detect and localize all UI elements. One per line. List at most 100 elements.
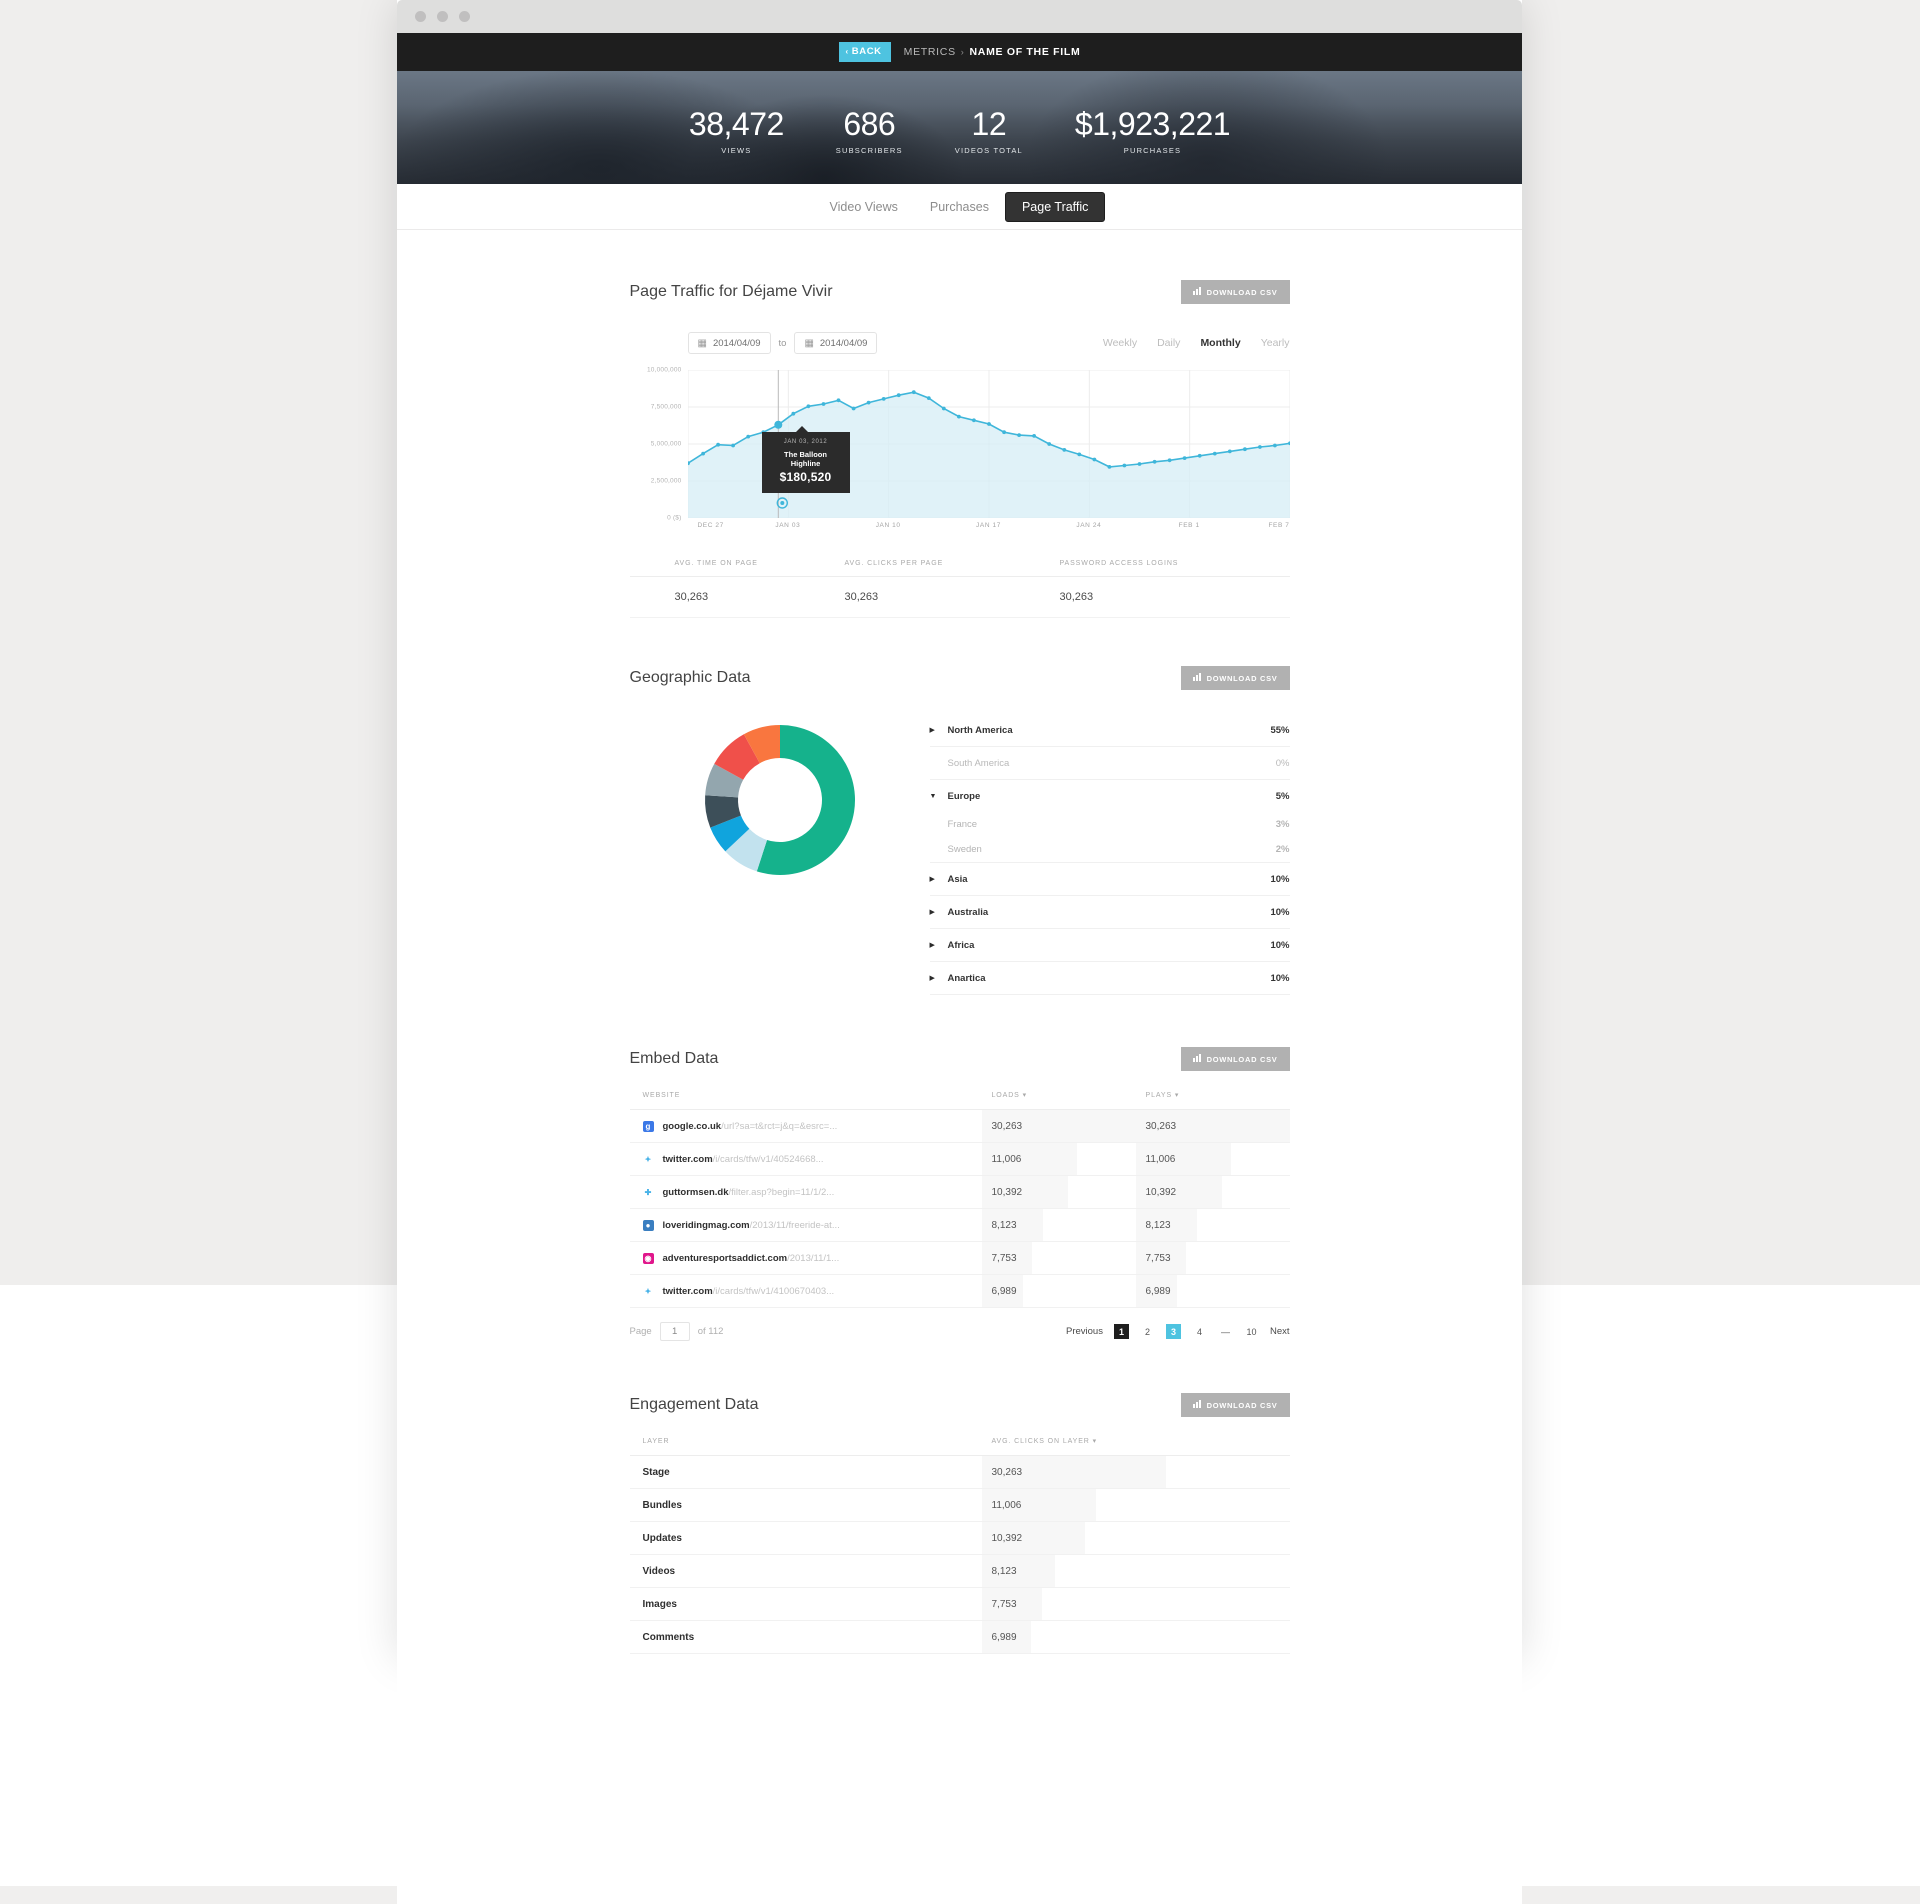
- geo-region-name: Anartica: [948, 973, 1234, 984]
- traffic-summary-strip: AVG. TIME ON PAGE AVG. CLICKS PER PAGE P…: [630, 560, 1290, 618]
- table-row[interactable]: Stage30,263: [630, 1456, 1290, 1489]
- camera-icon: ◉: [643, 1253, 654, 1264]
- back-button[interactable]: ‹ BACK: [839, 42, 891, 62]
- chart-y-axis-labels: 10,000,0007,500,0005,000,0002,500,0000 (…: [630, 370, 682, 518]
- embed-domain: twitter.com: [663, 1286, 713, 1297]
- geo-row[interactable]: South America0%: [930, 747, 1290, 779]
- download-csv-button-geographic[interactable]: DOWNLOAD CSV: [1181, 666, 1290, 690]
- engagement-cell-clicks: 8,123: [982, 1555, 1290, 1588]
- granularity-yearly[interactable]: Yearly: [1261, 337, 1290, 349]
- table-row[interactable]: Updates10,392: [630, 1522, 1290, 1555]
- geo-row[interactable]: ▶Australia10%: [930, 896, 1290, 928]
- window-maximize-button[interactable]: [459, 11, 470, 22]
- google-icon: g: [643, 1121, 654, 1132]
- disclosure-triangle-icon[interactable]: ▶: [930, 908, 948, 916]
- pagination-page-1[interactable]: 1: [1114, 1324, 1129, 1339]
- tab-video-views[interactable]: Video Views: [814, 193, 914, 221]
- table-row[interactable]: Images7,753: [630, 1588, 1290, 1621]
- disclosure-triangle-icon[interactable]: ▶: [930, 875, 948, 883]
- calendar-icon: ▦: [804, 338, 813, 349]
- table-row[interactable]: ✚guttormsen.dk/filter.asp?begin=11/1/2..…: [630, 1176, 1290, 1209]
- engagement-table-head: LAYER AVG. CLICKS ON LAYER ▾: [630, 1437, 1290, 1456]
- geo-sub-row[interactable]: Sweden2%: [930, 837, 1290, 862]
- chart-bar-icon: [1193, 287, 1202, 297]
- window-minimize-button[interactable]: [437, 11, 448, 22]
- embed-loads-value: 7,753: [982, 1253, 1136, 1264]
- table-row[interactable]: Bundles11,006: [630, 1489, 1290, 1522]
- embed-plays-value: 6,989: [1136, 1286, 1290, 1297]
- embed-cell-website: ✚guttormsen.dk/filter.asp?begin=11/1/2..…: [630, 1176, 982, 1209]
- embed-loads-value: 8,123: [982, 1220, 1136, 1231]
- breadcrumb-current: NAME OF THE FILM: [970, 46, 1081, 58]
- embed-col-loads[interactable]: LOADS ▾: [982, 1091, 1136, 1110]
- pagination-previous-button[interactable]: Previous: [1066, 1326, 1103, 1337]
- tab-page-traffic[interactable]: Page Traffic: [1005, 192, 1105, 222]
- geographic-title: Geographic Data: [630, 669, 751, 687]
- geo-region-percent: 55%: [1234, 725, 1290, 736]
- chart-tooltip: JAN 03, 2012 The Balloon Highline $180,5…: [762, 432, 850, 493]
- geo-region-name: South America: [948, 758, 1234, 769]
- granularity-daily[interactable]: Daily: [1157, 337, 1180, 349]
- pagination-next-button[interactable]: Next: [1270, 1326, 1290, 1337]
- download-csv-button-engagement[interactable]: DOWNLOAD CSV: [1181, 1393, 1290, 1417]
- engagement-clicks-value: 7,753: [982, 1599, 1290, 1610]
- chart-x-axis-labels: DEC 27JAN 03JAN 10JAN 17JAN 24FEB 1FEB 7: [688, 522, 1290, 536]
- embed-plays-value: 11,006: [1136, 1154, 1290, 1165]
- disclosure-triangle-icon[interactable]: ▼: [930, 793, 948, 800]
- table-row[interactable]: ✦twitter.com/i/cards/tfw/v1/4100670403..…: [630, 1275, 1290, 1308]
- sort-caret-icon: ▾: [1093, 1438, 1097, 1445]
- chart-controls: ▦ 2014/04/09 to ▦ 2014/04/09 Weekly Dail…: [630, 332, 1290, 354]
- table-row[interactable]: Comments6,989: [630, 1621, 1290, 1654]
- tooltip-value: $180,520: [770, 470, 842, 484]
- embed-col-plays[interactable]: PLAYS ▾: [1136, 1091, 1290, 1110]
- plus-icon: ✚: [643, 1187, 654, 1198]
- embed-plays-value: 30,263: [1136, 1121, 1290, 1132]
- geo-row[interactable]: ▶Asia10%: [930, 863, 1290, 895]
- embed-header: Embed Data DOWNLOAD CSV: [630, 1047, 1290, 1071]
- table-row[interactable]: ✦twitter.com/i/cards/tfw/v1/40524668...1…: [630, 1143, 1290, 1176]
- engagement-col-avg-clicks[interactable]: AVG. CLICKS ON LAYER ▾: [982, 1437, 1290, 1456]
- table-row[interactable]: ◉adventuresportsaddict.com/2013/11/1...7…: [630, 1242, 1290, 1275]
- granularity-weekly[interactable]: Weekly: [1103, 337, 1137, 349]
- table-row[interactable]: ggoogle.co.uk/url?sa=t&rct=j&q=&esrc=...…: [630, 1110, 1290, 1143]
- geographic-donut-column: [630, 712, 930, 995]
- window-close-button[interactable]: [415, 11, 426, 22]
- section-geographic-data: Geographic Data DOWNLOAD CSV ▶North Amer…: [630, 618, 1290, 995]
- pagination-page-10[interactable]: 10: [1244, 1324, 1259, 1339]
- tab-purchases[interactable]: Purchases: [914, 193, 1005, 221]
- geo-group: ▶North America55%: [930, 714, 1290, 747]
- download-csv-button-page-traffic[interactable]: DOWNLOAD CSV: [1181, 280, 1290, 304]
- embed-cell-plays: 7,753: [1136, 1242, 1290, 1275]
- breadcrumb-root[interactable]: METRICS: [904, 46, 956, 58]
- geo-row[interactable]: ▶North America55%: [930, 714, 1290, 746]
- geo-region-name: Australia: [948, 907, 1234, 918]
- geo-row[interactable]: ▶Africa10%: [930, 929, 1290, 961]
- pagination-page-input[interactable]: [660, 1322, 690, 1341]
- disclosure-triangle-icon[interactable]: ▶: [930, 974, 948, 982]
- granularity-monthly[interactable]: Monthly: [1200, 337, 1240, 349]
- download-csv-button-embed[interactable]: DOWNLOAD CSV: [1181, 1047, 1290, 1071]
- embed-loads-value: 30,263: [982, 1121, 1136, 1132]
- disclosure-triangle-icon[interactable]: ▶: [930, 941, 948, 949]
- geo-region-percent: 0%: [1234, 758, 1290, 769]
- date-to-input[interactable]: ▦ 2014/04/09: [794, 332, 877, 354]
- table-row[interactable]: Videos8,123: [630, 1555, 1290, 1588]
- main-content: Page Traffic for Déjame Vivir DOWNLOAD C…: [397, 230, 1522, 1904]
- geo-subregion-name: Sweden: [948, 844, 1234, 855]
- geo-subregion-percent: 3%: [1234, 819, 1290, 830]
- disclosure-triangle-icon[interactable]: ▶: [930, 726, 948, 734]
- embed-path: /i/cards/tfw/v1/40524668...: [713, 1154, 824, 1165]
- date-from-input[interactable]: ▦ 2014/04/09: [688, 332, 771, 354]
- geo-row[interactable]: ▼Europe5%: [930, 780, 1290, 812]
- geo-sub-row[interactable]: France3%: [930, 812, 1290, 837]
- pagination-page-2[interactable]: 2: [1140, 1324, 1155, 1339]
- engagement-data-table: LAYER AVG. CLICKS ON LAYER ▾ Stage30,263…: [630, 1437, 1290, 1654]
- x-tick-label: FEB 1: [1179, 522, 1200, 529]
- pagination-page-3[interactable]: 3: [1166, 1324, 1181, 1339]
- pagination-page-4[interactable]: 4: [1192, 1324, 1207, 1339]
- engagement-col-layer: LAYER: [630, 1437, 982, 1456]
- geo-row[interactable]: ▶Anartica10%: [930, 962, 1290, 994]
- geographic-header: Geographic Data DOWNLOAD CSV: [630, 666, 1290, 690]
- engagement-cell-layer: Images: [630, 1588, 982, 1621]
- table-row[interactable]: ●loveridingmag.com/2013/11/freeride-at..…: [630, 1209, 1290, 1242]
